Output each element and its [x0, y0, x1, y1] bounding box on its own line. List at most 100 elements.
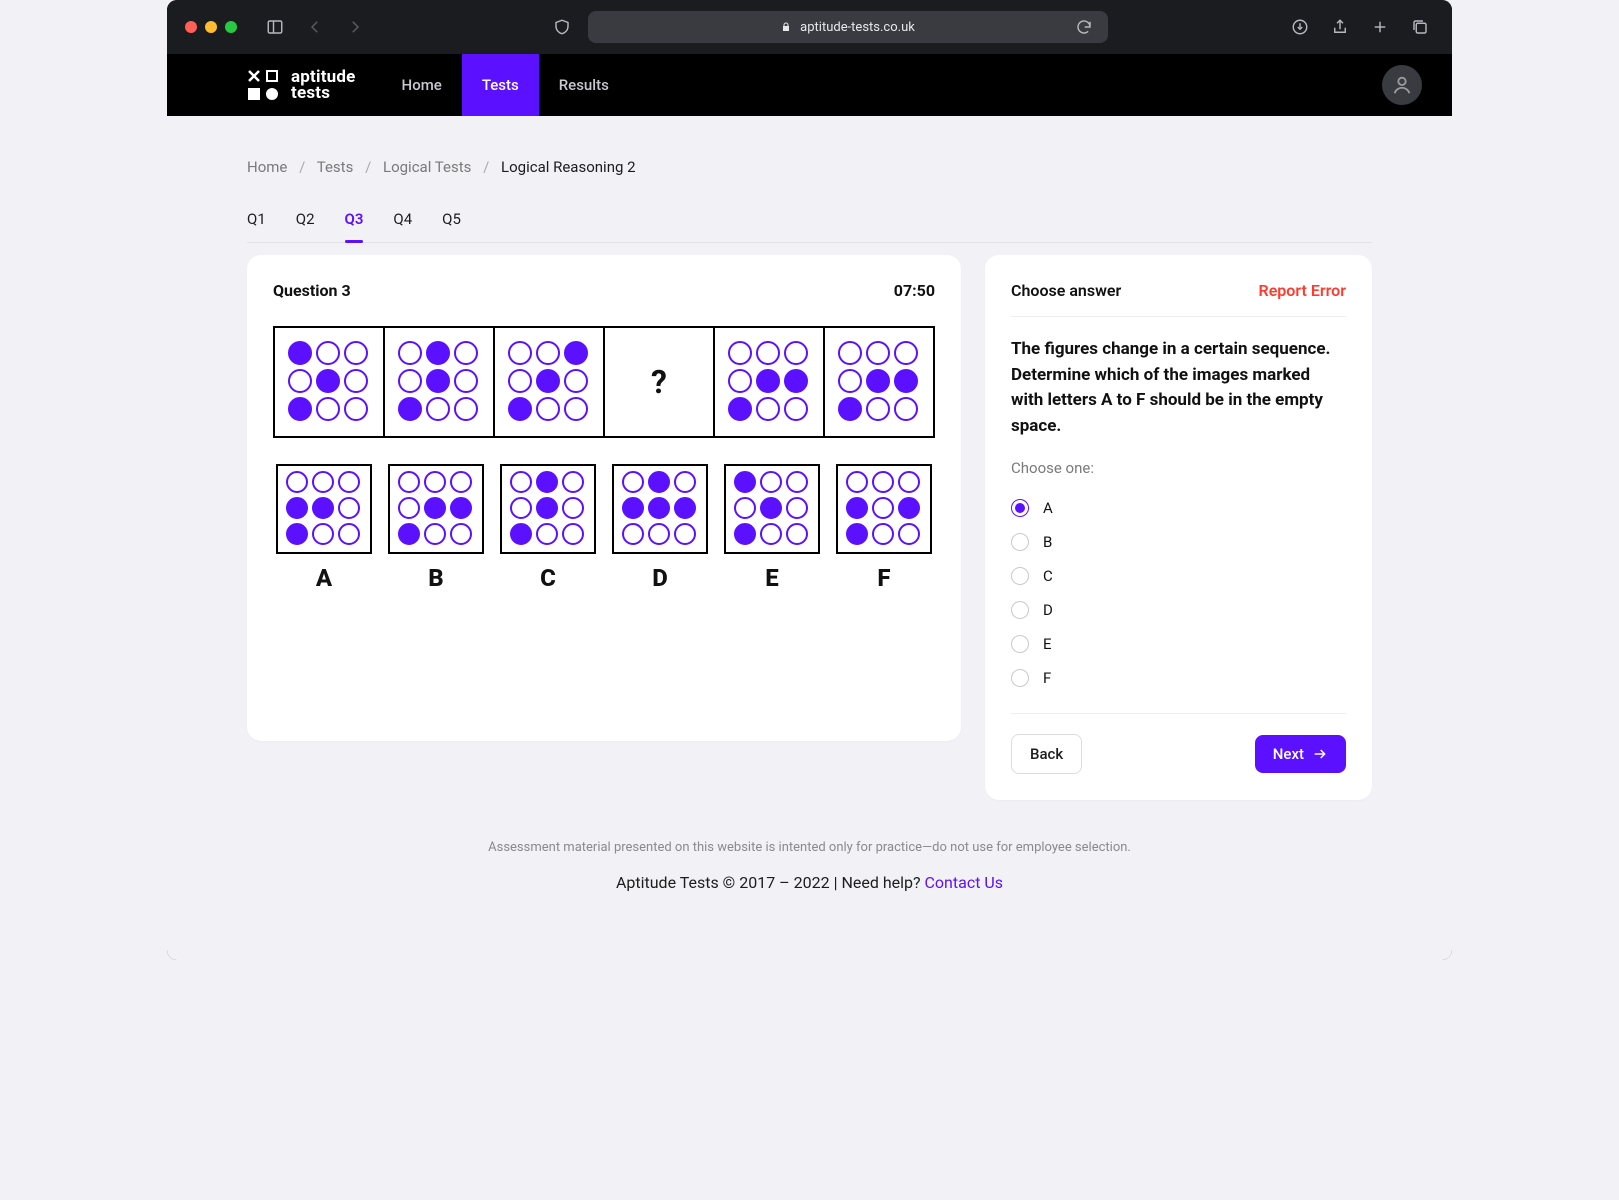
tab-q5[interactable]: Q5 [442, 202, 461, 242]
option-label: D [652, 564, 668, 592]
page-body: Home / Tests / Logical Tests / Logical R… [167, 116, 1452, 960]
option-cell [612, 464, 708, 554]
option-C[interactable]: C [500, 464, 596, 592]
user-icon [1391, 74, 1413, 96]
dot-empty [454, 397, 478, 421]
question-timer: 07:50 [894, 281, 935, 300]
refresh-icon[interactable] [1070, 13, 1098, 41]
avatar[interactable] [1382, 65, 1422, 105]
dot-filled [734, 523, 756, 545]
shield-icon[interactable] [548, 13, 576, 41]
radio-E[interactable] [1011, 635, 1029, 653]
nav-item-results[interactable]: Results [539, 54, 629, 116]
tab-q3[interactable]: Q3 [345, 202, 364, 242]
dot-empty [312, 523, 334, 545]
safari-toolbar: aptitude-tests.co.uk [167, 0, 1452, 54]
dot-empty [872, 497, 894, 519]
nav-item-home[interactable]: Home [382, 54, 462, 116]
dot-empty [786, 497, 808, 519]
option-F[interactable]: F [836, 464, 932, 592]
dot-filled [846, 497, 868, 519]
question-tabs: Q1 Q2 Q3 Q4 Q5 [247, 202, 1372, 243]
option-cell [724, 464, 820, 554]
next-button[interactable]: Next [1255, 735, 1346, 773]
window-min-button[interactable] [205, 21, 217, 33]
nav-back-icon[interactable] [301, 13, 329, 41]
radio-B[interactable] [1011, 533, 1029, 551]
choose-one-label: Choose one: [1011, 459, 1346, 477]
radio-row-E[interactable]: E [1011, 627, 1346, 661]
dot-filled [424, 497, 446, 519]
tab-q1[interactable]: Q1 [247, 202, 266, 242]
dot-empty [674, 523, 696, 545]
tabs-icon[interactable] [1406, 13, 1434, 41]
dot-filled [398, 523, 420, 545]
radio-D[interactable] [1011, 601, 1029, 619]
browser-window: aptitude-tests.co.uk [167, 0, 1452, 960]
sidebar-toggle-icon[interactable] [261, 13, 289, 41]
new-tab-icon[interactable] [1366, 13, 1394, 41]
sequence-cell [713, 328, 823, 436]
breadcrumb-current: Logical Reasoning 2 [501, 158, 636, 176]
dot-filled [288, 397, 312, 421]
dot-empty [424, 471, 446, 493]
radio-row-D[interactable]: D [1011, 593, 1346, 627]
dot-empty [674, 471, 696, 493]
dot-empty [760, 471, 782, 493]
window-close-button[interactable] [185, 21, 197, 33]
dot-filled [866, 369, 890, 393]
report-error-link[interactable]: Report Error [1259, 281, 1346, 300]
breadcrumb-category[interactable]: Logical Tests [383, 158, 471, 176]
radio-C[interactable] [1011, 567, 1029, 585]
radio-row-A[interactable]: A [1011, 491, 1346, 525]
tab-q4[interactable]: Q4 [393, 202, 412, 242]
dot-filled [894, 369, 918, 393]
dot-empty [426, 397, 450, 421]
radio-label: F [1043, 669, 1051, 687]
traffic-lights [185, 21, 237, 33]
dot-empty [536, 341, 560, 365]
dot-empty [424, 523, 446, 545]
radio-A[interactable] [1011, 499, 1029, 517]
answer-card: Choose answer Report Error The figures c… [985, 255, 1372, 800]
breadcrumb-tests[interactable]: Tests [317, 158, 354, 176]
dot-filled [312, 497, 334, 519]
dot-empty [734, 497, 756, 519]
dot-filled [760, 497, 782, 519]
dot-filled [508, 397, 532, 421]
dot-empty [648, 523, 670, 545]
back-button[interactable]: Back [1011, 734, 1082, 774]
breadcrumb-home[interactable]: Home [247, 158, 287, 176]
tab-q2[interactable]: Q2 [296, 202, 315, 242]
download-icon[interactable] [1286, 13, 1314, 41]
dot-empty [312, 471, 334, 493]
radio-F[interactable] [1011, 669, 1029, 687]
footer-copyright: Aptitude Tests © 2017 – 2022 | Need help… [616, 873, 925, 892]
dot-filled [564, 341, 588, 365]
option-B[interactable]: B [388, 464, 484, 592]
option-label: C [540, 564, 556, 592]
option-A[interactable]: A [276, 464, 372, 592]
radio-label: B [1043, 533, 1052, 551]
dot-empty [508, 341, 532, 365]
window-max-button[interactable] [225, 21, 237, 33]
dot-empty [728, 341, 752, 365]
sequence-cell [823, 328, 933, 436]
radio-row-C[interactable]: C [1011, 559, 1346, 593]
share-icon[interactable] [1326, 13, 1354, 41]
option-E[interactable]: E [724, 464, 820, 592]
address-bar[interactable]: aptitude-tests.co.uk [588, 11, 1108, 43]
radio-row-F[interactable]: F [1011, 661, 1346, 695]
dot-filled [756, 369, 780, 393]
dot-filled [728, 397, 752, 421]
radio-row-B[interactable]: B [1011, 525, 1346, 559]
dot-empty [894, 397, 918, 421]
dot-empty [562, 497, 584, 519]
site-logo[interactable]: aptitude tests [247, 69, 356, 101]
dot-empty [398, 471, 420, 493]
option-D[interactable]: D [612, 464, 708, 592]
footer-contact-link[interactable]: Contact Us [925, 873, 1004, 892]
dot-filled [510, 523, 532, 545]
nav-forward-icon[interactable] [341, 13, 369, 41]
nav-item-tests[interactable]: Tests [462, 54, 539, 116]
